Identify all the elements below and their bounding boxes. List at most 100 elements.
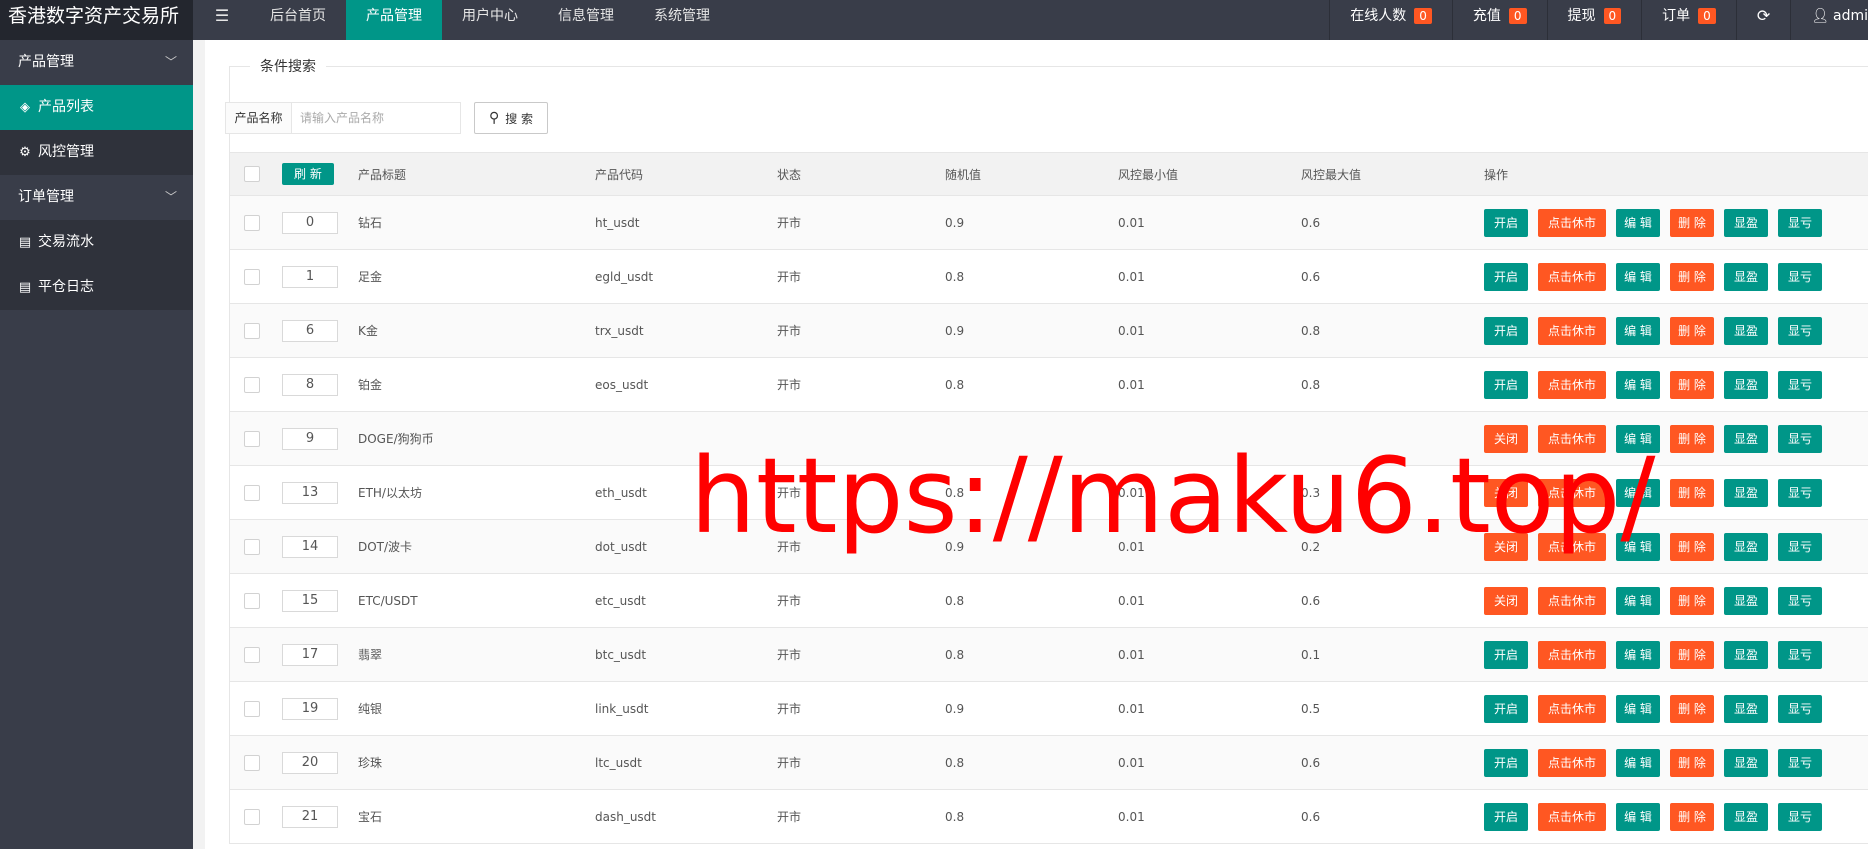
row-checkbox[interactable]: [244, 484, 260, 501]
nav-system-management[interactable]: 系统管理: [634, 0, 730, 40]
show-profit-button[interactable]: 显盈: [1724, 478, 1768, 507]
toggle-button[interactable]: 开启: [1484, 316, 1528, 345]
edit-button[interactable]: 编 辑: [1616, 370, 1660, 399]
delete-button[interactable]: 删 除: [1670, 262, 1714, 291]
search-button[interactable]: ⚲ 搜 索: [474, 102, 548, 134]
show-loss-button[interactable]: 显亏: [1778, 532, 1822, 561]
nav-product-management[interactable]: 产品管理: [346, 0, 442, 40]
sort-input[interactable]: 14: [282, 535, 338, 558]
nav-info-management[interactable]: 信息管理: [538, 0, 634, 40]
show-profit-button[interactable]: 显盈: [1724, 370, 1768, 399]
show-loss-button[interactable]: 显亏: [1778, 748, 1822, 777]
sort-input[interactable]: 1: [282, 265, 338, 288]
row-checkbox[interactable]: [244, 376, 260, 393]
show-profit-button[interactable]: 显盈: [1724, 748, 1768, 777]
show-profit-button[interactable]: 显盈: [1724, 694, 1768, 723]
refresh-icon[interactable]: ⟳: [1735, 0, 1790, 40]
show-loss-button[interactable]: 显亏: [1778, 640, 1822, 669]
row-checkbox[interactable]: [244, 592, 260, 609]
withdraw-item[interactable]: 提现 0: [1546, 0, 1642, 40]
toggle-button[interactable]: 开启: [1484, 640, 1528, 669]
recharge-item[interactable]: 充值 0: [1451, 0, 1547, 40]
toggle-button[interactable]: 开启: [1484, 802, 1528, 831]
holiday-button[interactable]: 点击休市: [1538, 802, 1606, 831]
select-all-checkbox[interactable]: [244, 166, 260, 182]
show-loss-button[interactable]: 显亏: [1778, 694, 1822, 723]
product-name-input[interactable]: [291, 102, 461, 134]
edit-button[interactable]: 编 辑: [1616, 532, 1660, 561]
sidebar-group-product[interactable]: 产品管理 ﹀: [0, 40, 193, 85]
delete-button[interactable]: 删 除: [1670, 802, 1714, 831]
delete-button[interactable]: 删 除: [1670, 532, 1714, 561]
sidebar-item-close-log[interactable]: ▤ 平仓日志: [0, 265, 193, 310]
delete-button[interactable]: 删 除: [1670, 586, 1714, 615]
toggle-button[interactable]: 关闭: [1484, 424, 1528, 453]
user-menu[interactable]: 👤︎ admi: [1790, 0, 1868, 40]
show-profit-button[interactable]: 显盈: [1724, 208, 1768, 237]
row-checkbox[interactable]: [244, 808, 260, 825]
edit-button[interactable]: 编 辑: [1616, 640, 1660, 669]
delete-button[interactable]: 删 除: [1670, 316, 1714, 345]
row-checkbox[interactable]: [244, 430, 260, 447]
sort-input[interactable]: 21: [282, 805, 338, 828]
row-checkbox[interactable]: [244, 538, 260, 555]
row-checkbox[interactable]: [244, 322, 260, 339]
delete-button[interactable]: 删 除: [1670, 208, 1714, 237]
sidebar-group-order[interactable]: 订单管理 ﹀: [0, 175, 193, 220]
edit-button[interactable]: 编 辑: [1616, 424, 1660, 453]
show-loss-button[interactable]: 显亏: [1778, 478, 1822, 507]
edit-button[interactable]: 编 辑: [1616, 802, 1660, 831]
holiday-button[interactable]: 点击休市: [1538, 694, 1606, 723]
edit-button[interactable]: 编 辑: [1616, 262, 1660, 291]
holiday-button[interactable]: 点击休市: [1538, 586, 1606, 615]
holiday-button[interactable]: 点击休市: [1538, 370, 1606, 399]
show-profit-button[interactable]: 显盈: [1724, 262, 1768, 291]
show-loss-button[interactable]: 显亏: [1778, 208, 1822, 237]
row-checkbox[interactable]: [244, 700, 260, 717]
row-checkbox[interactable]: [244, 268, 260, 285]
edit-button[interactable]: 编 辑: [1616, 694, 1660, 723]
sidebar-item-product-list[interactable]: ◈ 产品列表: [0, 85, 193, 130]
sort-input[interactable]: 9: [282, 427, 338, 450]
toggle-button[interactable]: 开启: [1484, 370, 1528, 399]
show-profit-button[interactable]: 显盈: [1724, 586, 1768, 615]
sort-input[interactable]: 19: [282, 697, 338, 720]
toggle-button[interactable]: 关闭: [1484, 586, 1528, 615]
nav-home[interactable]: 后台首页: [250, 0, 346, 40]
delete-button[interactable]: 删 除: [1670, 370, 1714, 399]
delete-button[interactable]: 删 除: [1670, 640, 1714, 669]
row-checkbox[interactable]: [244, 754, 260, 771]
sidebar-item-risk-control[interactable]: ⚙ 风控管理: [0, 130, 193, 175]
show-profit-button[interactable]: 显盈: [1724, 424, 1768, 453]
toggle-button[interactable]: 关闭: [1484, 478, 1528, 507]
holiday-button[interactable]: 点击休市: [1538, 208, 1606, 237]
edit-button[interactable]: 编 辑: [1616, 586, 1660, 615]
holiday-button[interactable]: 点击休市: [1538, 262, 1606, 291]
show-profit-button[interactable]: 显盈: [1724, 316, 1768, 345]
delete-button[interactable]: 删 除: [1670, 424, 1714, 453]
delete-button[interactable]: 删 除: [1670, 694, 1714, 723]
online-users-item[interactable]: 在线人数 0: [1329, 0, 1452, 40]
sidebar-item-trade-flow[interactable]: ▤ 交易流水: [0, 220, 193, 265]
show-profit-button[interactable]: 显盈: [1724, 532, 1768, 561]
sort-input[interactable]: 6: [282, 319, 338, 342]
sort-input[interactable]: 8: [282, 373, 338, 396]
toggle-button[interactable]: 开启: [1484, 208, 1528, 237]
show-loss-button[interactable]: 显亏: [1778, 262, 1822, 291]
row-checkbox[interactable]: [244, 646, 260, 663]
edit-button[interactable]: 编 辑: [1616, 748, 1660, 777]
holiday-button[interactable]: 点击休市: [1538, 532, 1606, 561]
show-loss-button[interactable]: 显亏: [1778, 802, 1822, 831]
holiday-button[interactable]: 点击休市: [1538, 748, 1606, 777]
holiday-button[interactable]: 点击休市: [1538, 316, 1606, 345]
holiday-button[interactable]: 点击休市: [1538, 478, 1606, 507]
holiday-button[interactable]: 点击休市: [1538, 640, 1606, 669]
edit-button[interactable]: 编 辑: [1616, 208, 1660, 237]
row-checkbox[interactable]: [244, 214, 260, 231]
sort-input[interactable]: 0: [282, 211, 338, 234]
delete-button[interactable]: 删 除: [1670, 478, 1714, 507]
show-loss-button[interactable]: 显亏: [1778, 316, 1822, 345]
delete-button[interactable]: 删 除: [1670, 748, 1714, 777]
toggle-button[interactable]: 开启: [1484, 694, 1528, 723]
hamburger-icon[interactable]: ☰: [204, 0, 240, 40]
